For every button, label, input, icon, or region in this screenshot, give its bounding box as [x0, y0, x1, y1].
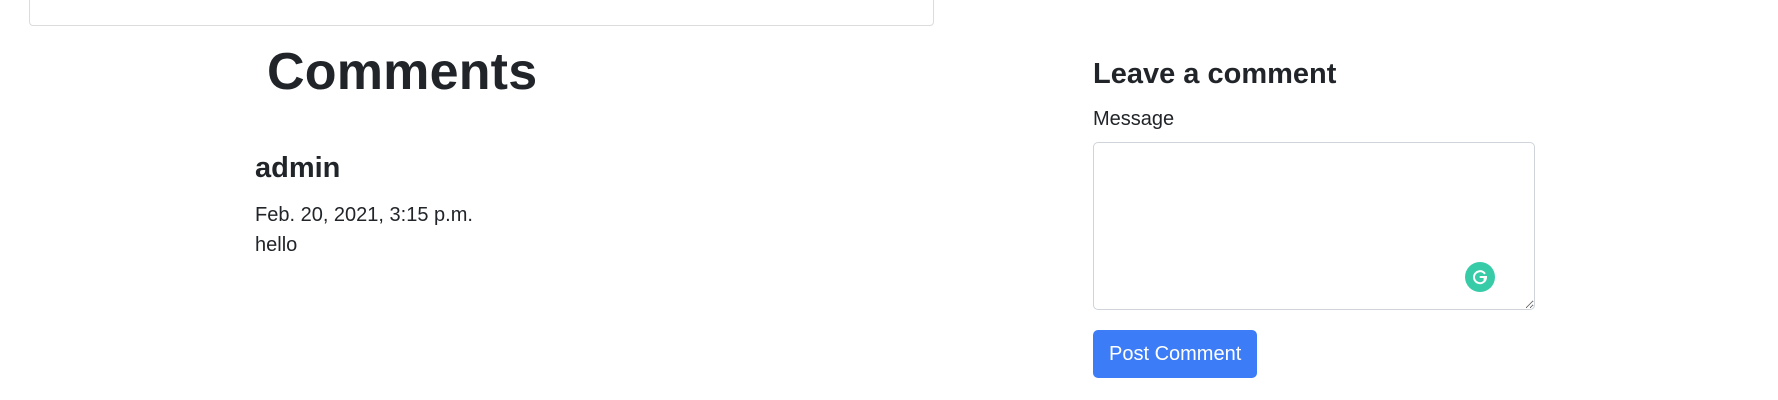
comment-date: Feb. 20, 2021, 3:15 p.m. — [255, 204, 473, 226]
message-field-wrapper — [1093, 142, 1535, 310]
comment-item: admin Feb. 20, 2021, 3:15 p.m. hello — [255, 150, 755, 258]
form-heading: Leave a comment — [1093, 58, 1337, 90]
comment-body: hello — [255, 234, 298, 256]
post-card — [29, 0, 934, 26]
grammarly-icon[interactable] — [1465, 262, 1495, 292]
comments-heading: Comments — [267, 43, 538, 101]
page: Comments admin Feb. 20, 2021, 3:15 p.m. … — [0, 0, 1778, 400]
comment-form: Leave a comment Message Post Comment — [1093, 56, 1535, 378]
post-comment-button[interactable]: Post Comment — [1093, 330, 1258, 378]
grammarly-g-glyph — [1473, 270, 1488, 285]
message-label: Message — [1093, 108, 1175, 130]
comment-author: admin — [255, 152, 341, 184]
